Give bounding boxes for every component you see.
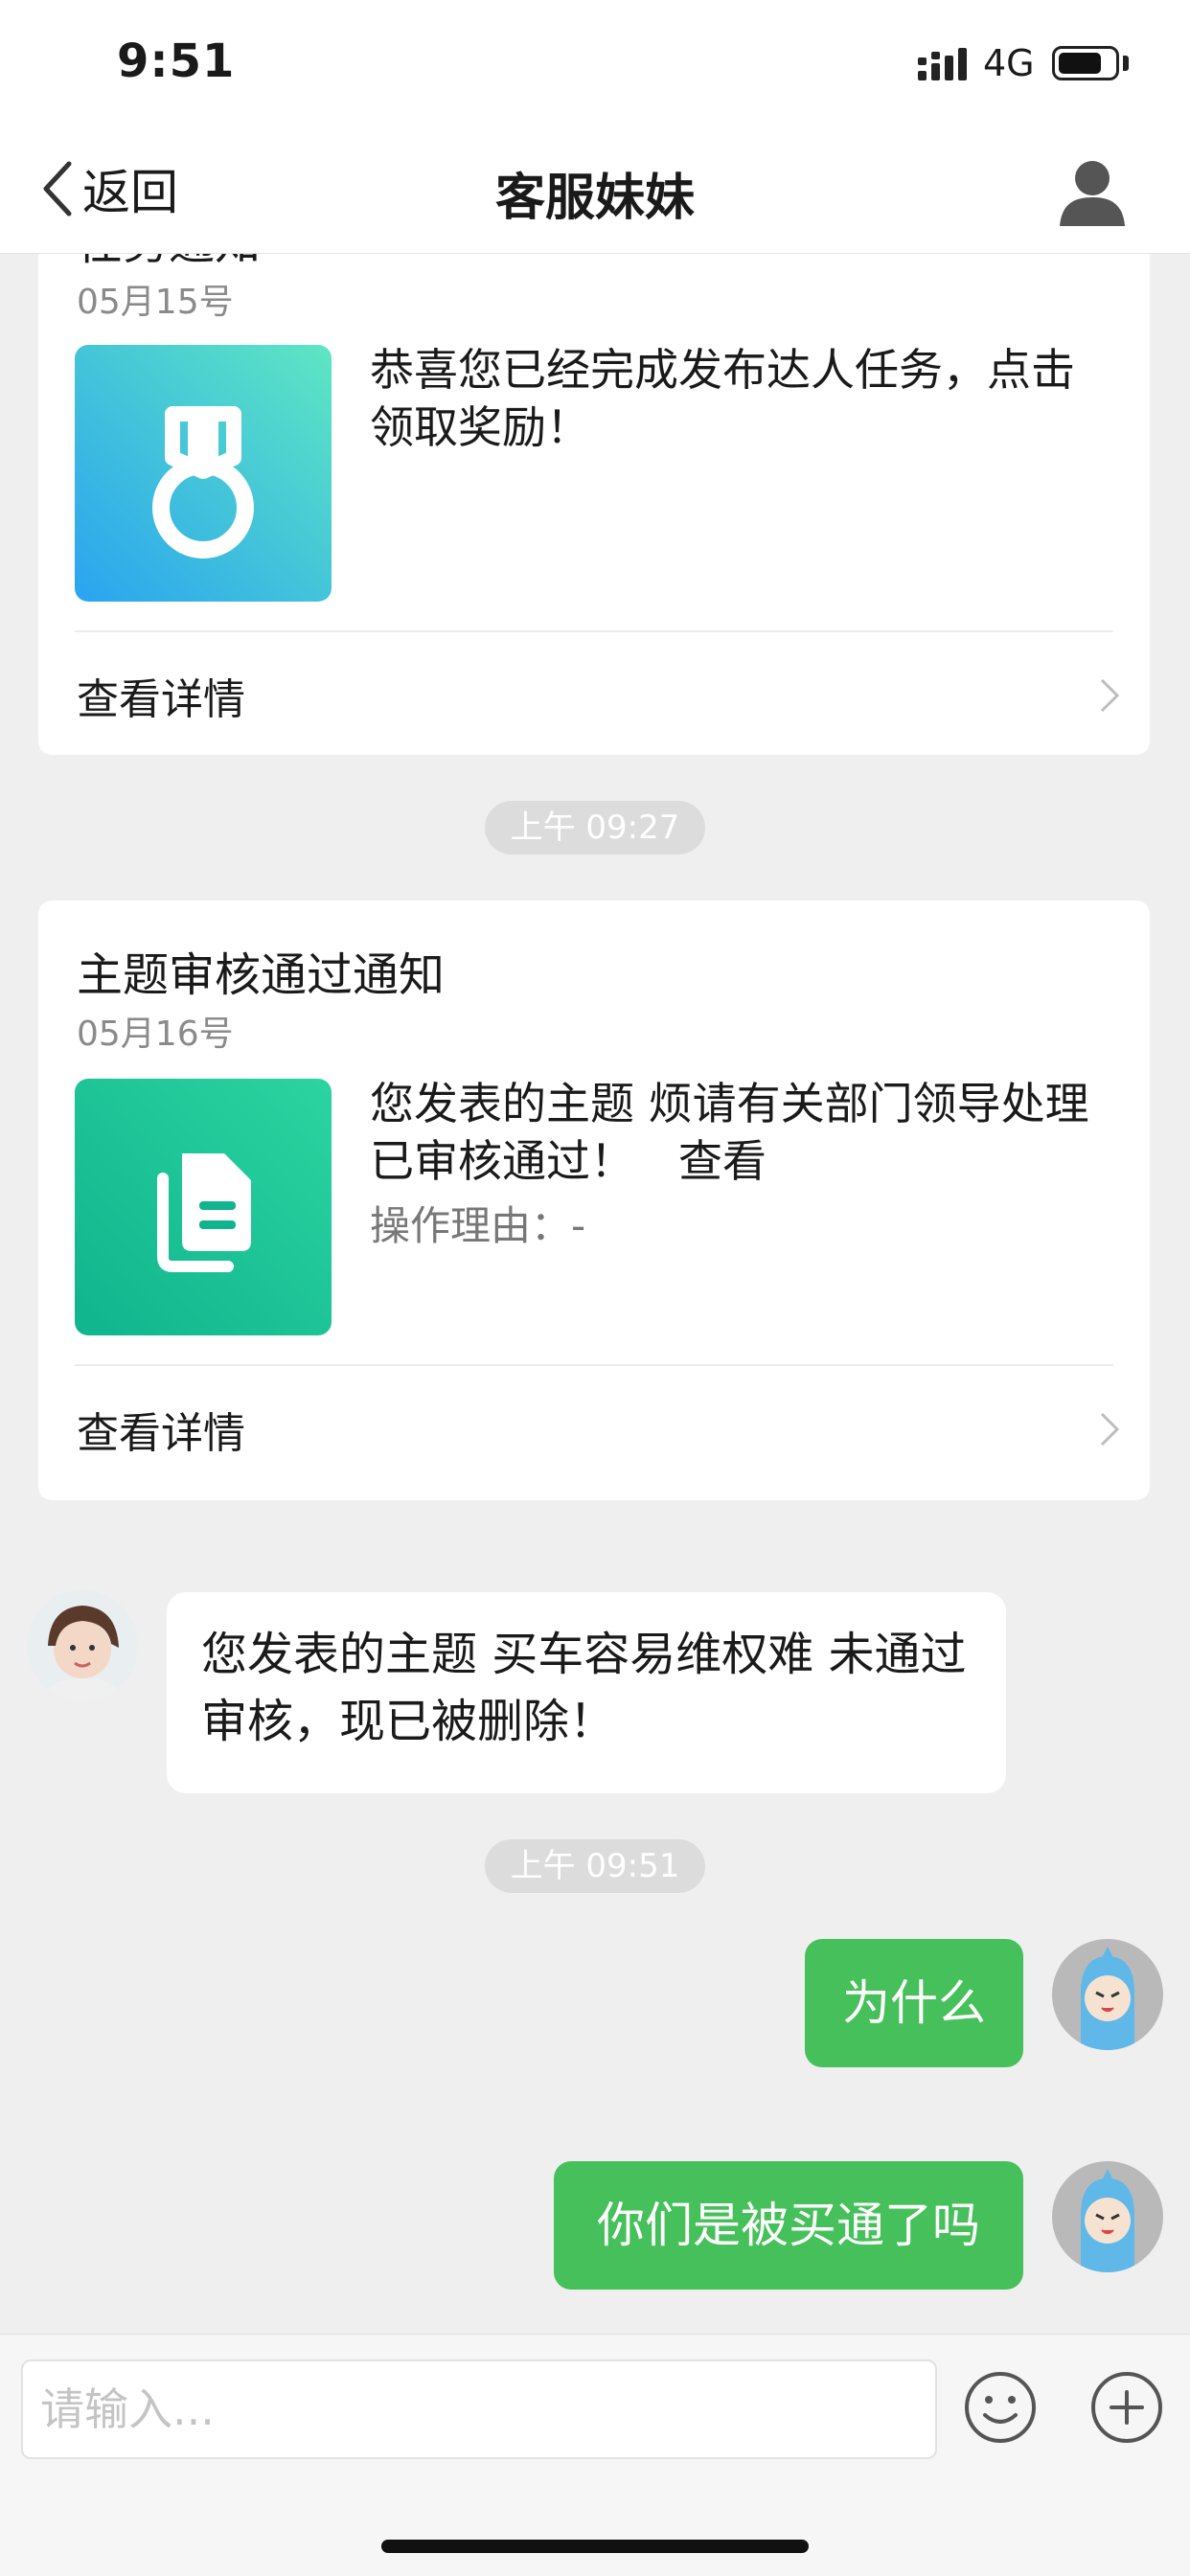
- view-details-link[interactable]: 查看详情: [38, 1366, 1150, 1491]
- operation-reason: 操作理由：-: [370, 1202, 586, 1249]
- network-type: 4G: [983, 42, 1035, 84]
- view-details-label: 查看详情: [77, 1409, 245, 1458]
- chevron-right-icon: [1100, 678, 1120, 713]
- user-profile-icon[interactable]: [1054, 153, 1131, 230]
- timestamp-pill: 上午 09:27: [485, 801, 705, 855]
- document-thumbnail: [75, 1079, 332, 1335]
- card-title: 主题审核通过通知: [77, 948, 446, 1002]
- card-message: 恭喜您已经完成发布达人任务，点击领取奖励！: [370, 344, 1075, 453]
- outgoing-message: 为什么: [805, 1939, 1023, 2067]
- view-details-label: 查看详情: [77, 675, 245, 724]
- card-message: 您发表的主题 烦请有关部门领导处理 已审核通过！ 查看: [370, 1078, 1089, 1187]
- user-avatar[interactable]: [1052, 1939, 1163, 2050]
- emoji-icon[interactable]: [962, 2369, 1039, 2446]
- incoming-message: 您发表的主题 买车容易维权难 未通过审核，现已被删除！: [167, 1592, 1006, 1793]
- chat-area[interactable]: 任务通知 05月15号 恭喜您已经完成发布达人任务，点击领取奖励！ 查看详情 上…: [0, 253, 1190, 2334]
- outgoing-message: 你们是被买通了吗: [554, 2161, 1023, 2290]
- timestamp-pill: 上午 09:51: [485, 1839, 705, 1893]
- review-approved-card: 主题审核通过通知 05月16号 您发表的主题 烦请有关部门领导处理 已审核通过！…: [38, 900, 1150, 1500]
- task-notice-card: 任务通知 05月15号 恭喜您已经完成发布达人任务，点击领取奖励！ 查看详情: [38, 253, 1150, 755]
- reward-thumbnail: [75, 345, 332, 602]
- card-title: 任务通知: [77, 253, 261, 272]
- user-avatar[interactable]: [1052, 2161, 1163, 2272]
- battery-icon: [1052, 46, 1119, 80]
- battery-cap: [1123, 56, 1129, 71]
- status-bar: 9:51 4G: [0, 0, 1190, 126]
- medal-icon: [152, 406, 254, 559]
- nav-bar: 返回 客服妹妹: [0, 126, 1190, 253]
- page-title: 客服妹妹: [494, 170, 695, 227]
- plus-icon[interactable]: [1088, 2369, 1165, 2446]
- message-input[interactable]: [21, 2359, 937, 2459]
- chevron-right-icon: [1100, 1412, 1120, 1447]
- message-input-bar: [0, 2334, 1190, 2576]
- card-date: 05月16号: [77, 1014, 234, 1054]
- status-time: 9:51: [117, 34, 236, 88]
- agent-avatar[interactable]: [27, 1590, 138, 1701]
- card-date: 05月15号: [77, 283, 234, 322]
- cellular-signal-icon: [918, 48, 967, 80]
- document-icon: [157, 1153, 251, 1272]
- view-details-link[interactable]: 查看详情: [38, 632, 1150, 757]
- home-indicator[interactable]: [381, 2540, 809, 2553]
